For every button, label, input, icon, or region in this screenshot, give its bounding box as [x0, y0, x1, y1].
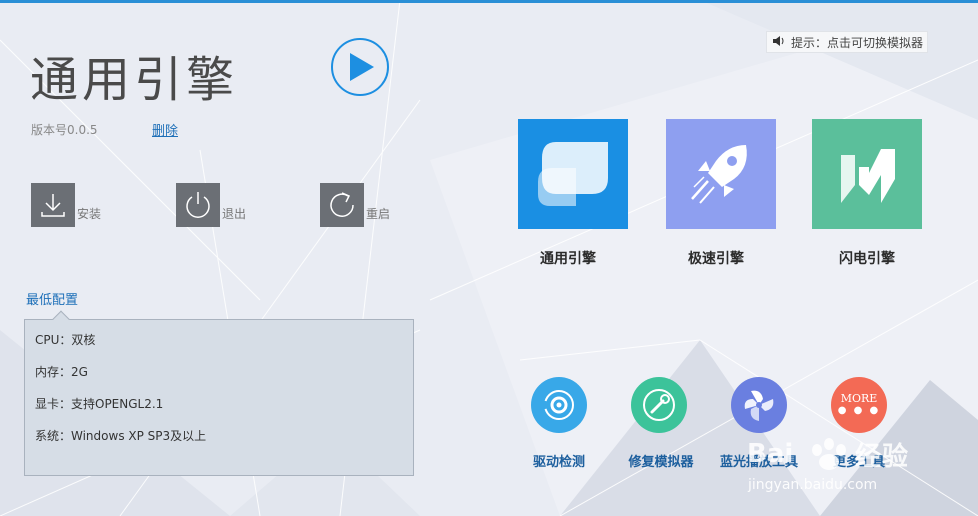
- exit-button[interactable]: 退出: [176, 183, 246, 227]
- restart-button[interactable]: 重启: [320, 183, 390, 227]
- leaf-icon: [538, 142, 608, 206]
- more-icon: MORE ● ● ●: [837, 392, 881, 417]
- speaker-icon: [773, 35, 785, 49]
- more-tools-button[interactable]: MORE ● ● ●: [831, 377, 887, 433]
- min-config-link[interactable]: 最低配置: [26, 289, 78, 308]
- more-badge-text: MORE: [840, 392, 878, 405]
- repair-emulator-button[interactable]: [631, 377, 687, 433]
- config-cpu: CPU：双核: [35, 333, 96, 347]
- power-icon: [176, 183, 220, 227]
- config-os: 系统：Windows XP SP3及以上: [35, 429, 207, 443]
- watermark-text: 经验: [855, 442, 910, 472]
- svg-text:Bai: Bai: [747, 439, 793, 469]
- rocket-icon: [691, 145, 747, 204]
- version-text: 版本号0.0.5: [31, 123, 98, 137]
- driver-check-button[interactable]: [531, 377, 587, 433]
- engine-tile-general[interactable]: [518, 119, 628, 229]
- min-config-panel: CPU：双核 内存：2G 显卡：支持OPENGL2.1 系统：Windows X…: [24, 310, 414, 476]
- hint-text: 提示：点击可切换模拟器: [791, 35, 924, 50]
- wrench-icon: [643, 389, 675, 421]
- restart-icon: [320, 183, 364, 227]
- config-gpu: 显卡：支持OPENGL2.1: [35, 397, 164, 411]
- watermark-url: jingyan.baidu.com: [748, 477, 878, 493]
- top-accent-line: [0, 0, 978, 3]
- delete-link[interactable]: 删除: [152, 120, 178, 139]
- engine-name-fast[interactable]: 极速引擎: [656, 248, 776, 268]
- exit-label: 退出: [222, 207, 247, 221]
- engine-tile-fast[interactable]: [666, 119, 776, 229]
- fan-icon: [744, 390, 774, 421]
- page-title: 通用引擎: [30, 52, 239, 108]
- install-label: 安装: [77, 207, 102, 221]
- play-button[interactable]: [331, 38, 389, 96]
- restart-label: 重启: [366, 207, 391, 221]
- switch-hint[interactable]: 提示：点击可切换模拟器: [766, 31, 928, 53]
- bluray-player-button[interactable]: [731, 377, 787, 433]
- lightning-icon: [841, 149, 895, 203]
- config-memory: 内存：2G: [35, 365, 88, 379]
- engine-tile-lightning[interactable]: [812, 119, 922, 229]
- engine-name-lightning[interactable]: 闪电引擎: [807, 248, 927, 268]
- download-icon: [31, 183, 75, 227]
- gear-icon: [544, 390, 574, 420]
- engine-name-general[interactable]: 通用引擎: [508, 248, 628, 268]
- driver-check-label[interactable]: 驱动检测: [509, 451, 609, 470]
- repair-emulator-label[interactable]: 修复模拟器: [611, 451, 711, 470]
- install-button[interactable]: 安装: [31, 183, 101, 227]
- play-icon: [350, 53, 374, 81]
